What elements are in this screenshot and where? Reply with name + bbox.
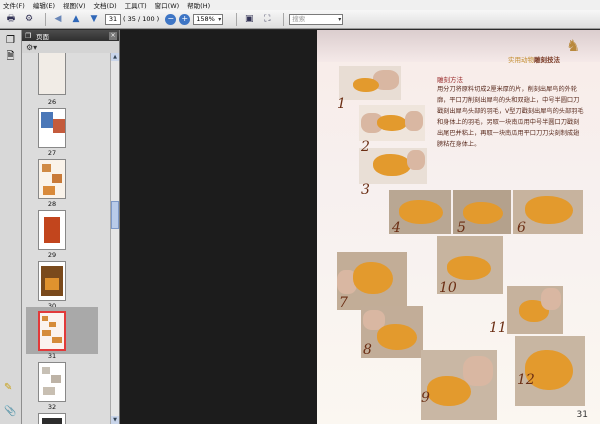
thumbnail-page-30[interactable]	[38, 261, 66, 301]
step-number: 3	[361, 182, 370, 198]
thumbnail-page-33[interactable]	[38, 413, 66, 424]
menu-document[interactable]: 文档(D)	[94, 0, 117, 10]
panel-title: 页面	[36, 32, 49, 41]
fit-page-icon[interactable]: ⛶	[260, 13, 274, 26]
page-count: ( 35 / 100 )	[123, 15, 160, 23]
step-number: 7	[339, 295, 348, 311]
thumbnail-label: 27	[47, 149, 57, 157]
thumbnail-label: 26	[47, 98, 57, 106]
close-icon[interactable]: ×	[109, 31, 117, 40]
step-number: 1	[337, 96, 346, 112]
step-photo-1	[339, 66, 401, 100]
menu-help[interactable]: 帮助(H)	[187, 0, 210, 10]
menu-view[interactable]: 视图(V)	[63, 0, 86, 10]
thumbnail-page-29[interactable]	[38, 210, 66, 250]
page-header: 实用动物雕刻技法	[508, 54, 560, 64]
scroll-down-icon[interactable]: ▼	[111, 416, 119, 424]
signature-icon[interactable]: ✎	[4, 382, 18, 394]
thumbnail-label: 28	[47, 200, 57, 208]
pages-icon[interactable]: ❐	[4, 34, 18, 47]
step-number: 12	[517, 372, 535, 388]
thumbnail-page-26[interactable]	[38, 53, 66, 95]
zoom-in-icon[interactable]: +	[179, 13, 191, 25]
panel-header: ❐ 页面 ×	[22, 30, 119, 41]
panel-options-button[interactable]: ⚙▾	[22, 41, 119, 53]
thumbnail-page-31[interactable]	[38, 311, 66, 351]
thumbnail-list: 26 27 28 29 30 31 32	[22, 53, 110, 424]
attachment-icon[interactable]: 📎	[4, 406, 18, 418]
step-number: 10	[439, 280, 457, 296]
menu-file[interactable]: 文件(F)	[3, 0, 25, 10]
step-number: 9	[421, 390, 430, 406]
thumbnail-page-27[interactable]	[38, 108, 66, 148]
print-icon[interactable]: 🖶	[4, 13, 18, 26]
document-page: 实用动物雕刻技法 ♞ 雕刻方法 用分刀将原料切成2厘米厚的片，削刻出犀鸟的外轮廓…	[317, 30, 600, 424]
pages-panel-icon: ❐	[25, 31, 32, 40]
thumbnail-page-32[interactable]	[38, 362, 66, 402]
bookmarks-icon[interactable]: 🗎	[4, 51, 18, 64]
step-photo-2	[359, 105, 425, 141]
step-photo-12	[515, 336, 585, 406]
toolbar: 🖶 ⚙ ◀ ▲ ▼ 31 ( 35 / 100 ) − + 158% ▣ ⛶ 搜…	[0, 10, 600, 29]
document-view[interactable]: 实用动物雕刻技法 ♞ 雕刻方法 用分刀将原料切成2厘米厚的片，削刻出犀鸟的外轮廓…	[120, 30, 600, 424]
page-up-icon[interactable]: ▲	[69, 13, 83, 26]
animal-logo-icon: ♞	[566, 36, 581, 55]
pages-panel: ❐ 页面 × ⚙▾ 26 27 28 29 30 31 32 ▲ ▼	[22, 30, 120, 424]
thumbnail-page-28[interactable]	[38, 159, 66, 199]
step-number: 6	[517, 220, 526, 236]
step-number: 11	[489, 320, 507, 336]
header-prefix: 实用动物	[508, 56, 534, 64]
header-title: 雕刻技法	[534, 56, 560, 64]
thumbnail-label: 31	[47, 352, 57, 360]
menu-edit[interactable]: 编辑(E)	[33, 0, 55, 10]
zoom-level-select[interactable]: 158%	[193, 13, 224, 25]
thumbnail-scrollbar[interactable]: ▲ ▼	[110, 53, 119, 424]
menu-window[interactable]: 窗口(W)	[155, 0, 180, 10]
zoom-out-icon[interactable]: −	[165, 13, 177, 25]
previous-view-icon[interactable]: ◀	[51, 13, 65, 26]
page-down-icon[interactable]: ▼	[87, 13, 101, 26]
step-number: 8	[363, 342, 372, 358]
step-photo-11	[507, 286, 563, 334]
menu-tools[interactable]: 工具(T)	[125, 0, 147, 10]
step-number: 5	[457, 220, 466, 236]
step-number: 2	[361, 139, 370, 155]
search-input[interactable]: 搜索	[289, 13, 344, 25]
toolbar-divider	[236, 12, 238, 26]
thumbnail-label: 32	[47, 403, 57, 411]
method-title: 雕刻方法	[437, 76, 463, 84]
step-photo-9	[421, 350, 497, 420]
menu-bar: 文件(F) 编辑(E) 视图(V) 文档(D) 工具(T) 窗口(W) 帮助(H…	[0, 0, 600, 10]
scroll-thumb[interactable]	[111, 201, 119, 229]
settings-icon[interactable]: ⚙	[22, 13, 36, 26]
toolbar-divider	[45, 12, 46, 26]
scroll-up-icon[interactable]: ▲	[111, 53, 119, 61]
page-number-input[interactable]: 31	[105, 13, 121, 25]
navigation-rail: ❐ 🗎 ✎ 📎	[0, 30, 22, 424]
save-icon[interactable]: ▣	[242, 13, 256, 26]
thumbnail-label: 29	[47, 251, 57, 259]
blank-page-area	[120, 30, 317, 424]
toolbar-divider	[283, 12, 285, 26]
method-text: 用分刀将原料切成2厘米厚的片，削刻出犀鸟的外轮廓，平口刀削刻出犀鸟的头和双翅上，…	[437, 86, 584, 148]
step-number: 4	[392, 220, 401, 236]
page-number: 31	[576, 410, 588, 420]
